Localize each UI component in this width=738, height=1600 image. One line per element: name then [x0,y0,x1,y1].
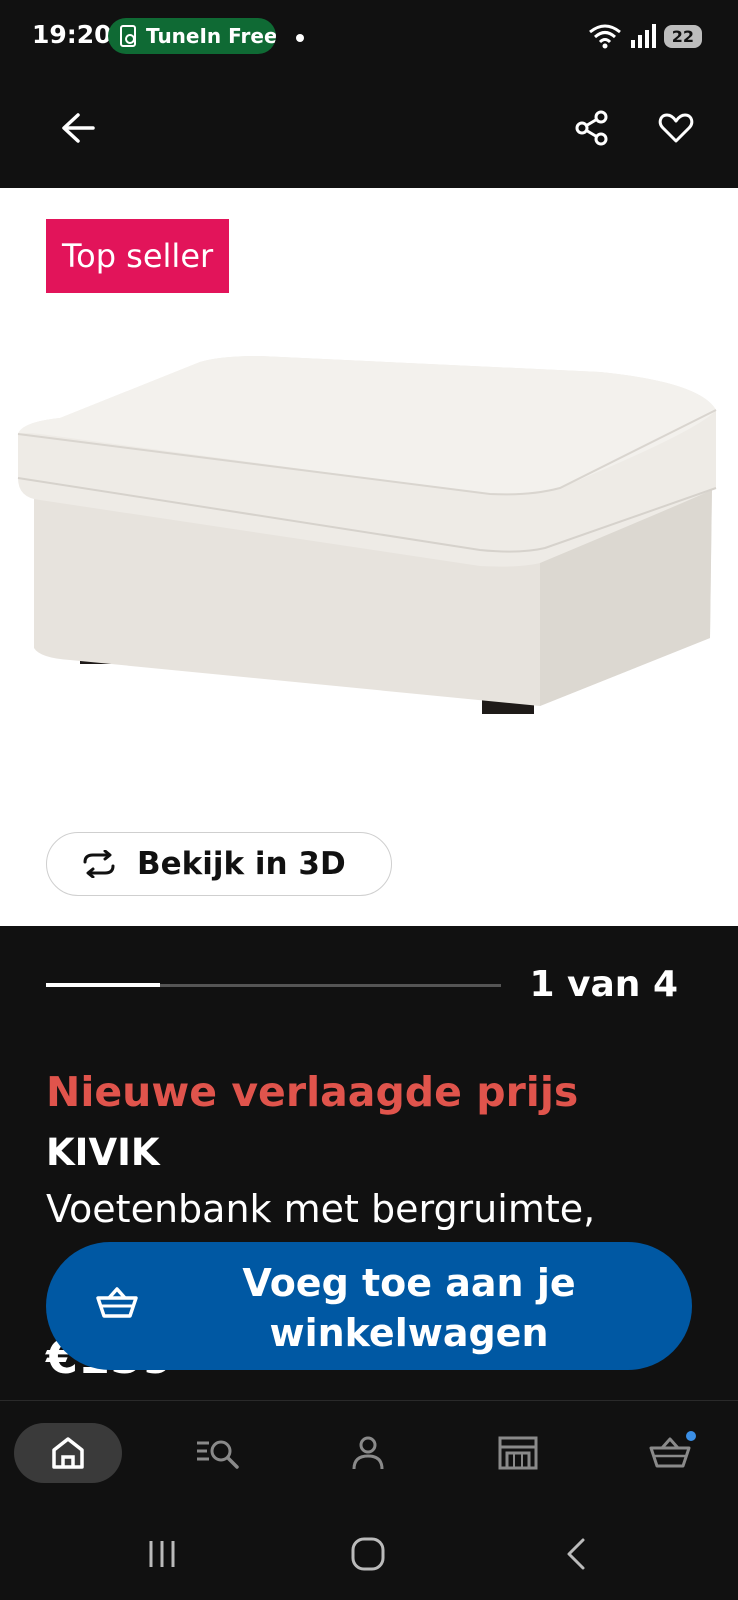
profile-icon [352,1436,384,1470]
rotate-3d-icon [83,850,115,878]
status-time: 19:20 [32,20,112,49]
image-counter: 1 van 4 [529,964,678,1005]
product-name: KIVIK [46,1131,160,1174]
basket-icon [96,1287,138,1318]
battery-indicator: 22 [663,24,702,48]
arrow-left-icon [62,113,95,143]
nav-profile[interactable] [336,1423,400,1483]
notification-dot [296,34,304,42]
promo-label: Nieuwe verlaagde prijs [46,1068,579,1116]
notification-app-name: TuneIn Free [146,24,276,48]
back-button[interactable] [50,100,106,156]
favorite-button[interactable] [648,100,704,156]
product-image-area[interactable]: Top seller Bekijk in 3D [0,188,738,926]
share-button[interactable] [564,100,620,156]
product-info: Nieuwe verlaagde prijs KIVIK Voetenbank … [46,1066,706,1234]
system-navigation [0,1508,738,1600]
home-system-button[interactable] [338,1528,398,1580]
nav-search[interactable] [186,1423,250,1483]
share-icon [575,110,608,146]
speaker-icon [120,25,136,47]
app-header [0,72,738,188]
nav-home[interactable] [36,1423,100,1483]
nav-cart[interactable] [638,1423,702,1483]
chevron-left-icon [567,1538,585,1570]
add-to-cart-label: Voeg toe aan je winkelwagen [242,1261,576,1355]
home-icon [52,1437,84,1469]
signal-icon [630,24,656,48]
search-icon [197,1440,239,1469]
wifi-icon [588,24,621,49]
cart-notification-dot [686,1431,696,1441]
view-in-3d-label: Bekijk in 3D [137,846,346,882]
add-to-cart-button[interactable]: Voeg toe aan je winkelwagen [46,1242,692,1370]
nav-stores[interactable] [486,1423,550,1483]
top-seller-badge: Top seller [46,219,230,293]
view-in-3d-button[interactable]: Bekijk in 3D [46,832,392,896]
status-icons: 22 [588,22,702,50]
status-bar: 19:20 TuneIn Free 22 [0,0,738,72]
heart-icon [658,113,694,143]
bottom-navigation [0,1400,738,1508]
recent-apps-button[interactable] [132,1528,192,1580]
image-carousel-progress-fill [46,983,160,987]
notification-pill[interactable]: TuneIn Free [108,18,276,54]
home-circle-icon [351,1537,385,1571]
recent-apps-icon [149,1541,175,1567]
cart-icon [649,1437,691,1468]
system-back-button[interactable] [546,1528,606,1580]
store-icon [498,1436,538,1470]
product-image [17,356,717,714]
image-carousel-progress [46,983,501,987]
product-description: Voetenbank met bergruimte, [46,1187,596,1231]
